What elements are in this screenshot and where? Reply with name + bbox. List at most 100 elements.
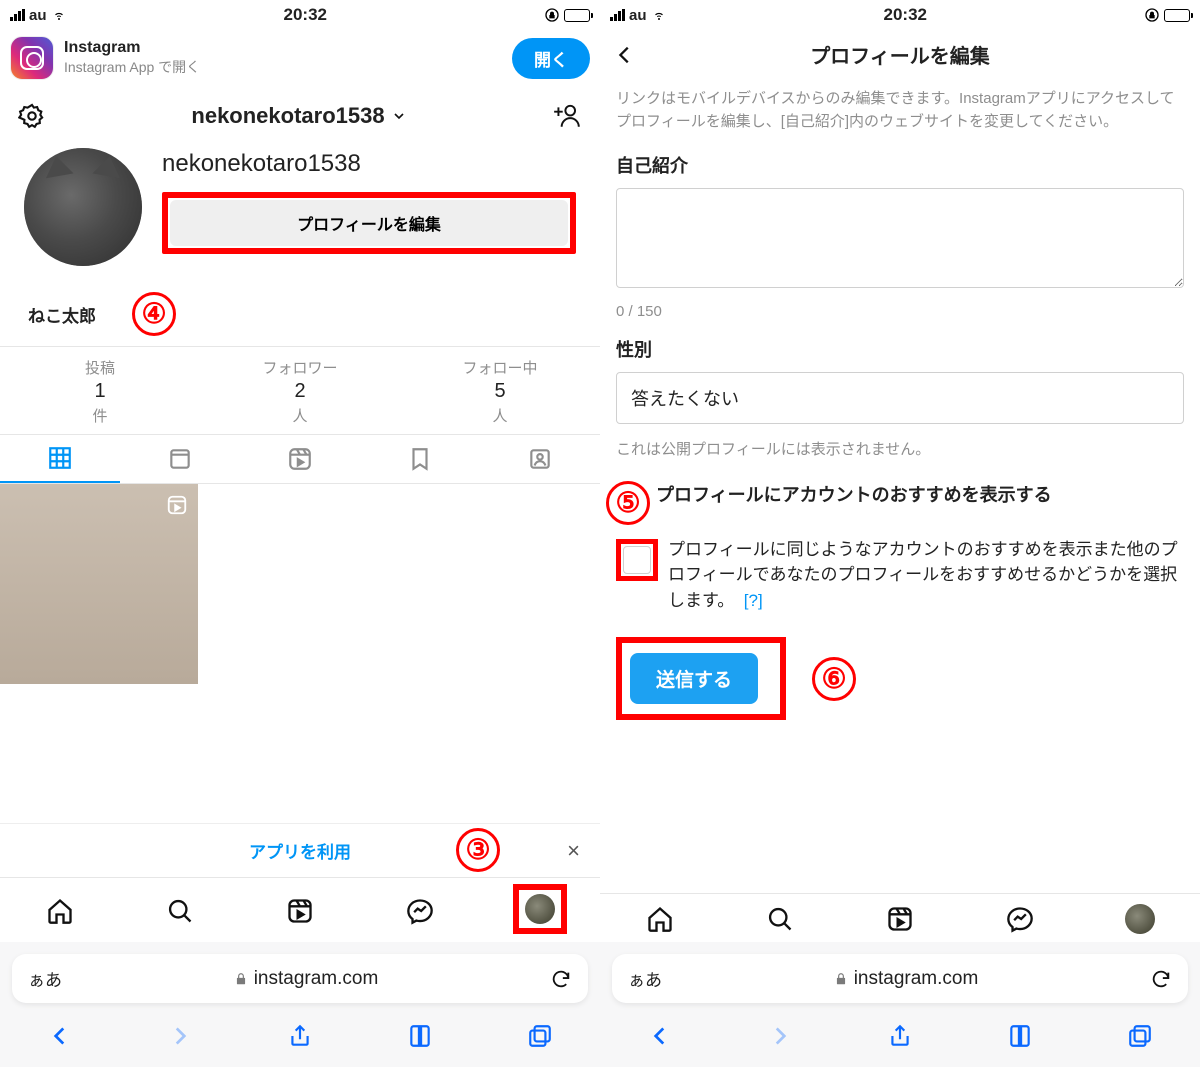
bookmarks-button[interactable] [407, 1023, 433, 1049]
tab-tagged[interactable] [480, 435, 600, 483]
profile-avatar[interactable] [24, 148, 142, 266]
url-bar[interactable]: ぁあ instagram.com [12, 954, 588, 1003]
annotation-step-6: ⑥ [812, 657, 856, 701]
carrier-label: au [29, 7, 47, 24]
back-button[interactable] [47, 1023, 73, 1049]
stats-row: 投稿 1 件 フォロワー 2 人 フォロー中 5 人 [0, 346, 600, 435]
phone-right-edit: au 20:32 プロフィールを編集 リンクはモバイルデバイスからのみ編集できま… [600, 0, 1200, 1067]
nav-search[interactable] [120, 888, 240, 934]
display-name: ねこ太郎 [28, 302, 96, 327]
share-button[interactable] [887, 1023, 913, 1049]
nav-search[interactable] [720, 904, 840, 934]
annotation-box-3 [513, 884, 567, 934]
recommendation-checkbox[interactable] [623, 546, 651, 574]
annotation-step-3: ③ [456, 828, 500, 872]
nav-messenger[interactable] [960, 904, 1080, 934]
wifi-icon [51, 9, 67, 21]
submit-button[interactable]: 送信する [630, 653, 758, 704]
orientation-lock-icon [1144, 7, 1160, 23]
nav-profile[interactable] [1080, 904, 1200, 934]
signal-icon [610, 9, 625, 21]
stat-following[interactable]: フォロー中 5 人 [400, 347, 600, 434]
reels-badge-icon [166, 494, 188, 516]
post-thumbnail[interactable] [0, 484, 198, 684]
forward-button [167, 1023, 193, 1049]
bottom-nav [0, 877, 600, 942]
tab-grid[interactable] [0, 435, 120, 483]
bio-textarea[interactable] [616, 188, 1184, 288]
username-dropdown[interactable]: nekonekotaro1538 [46, 103, 552, 129]
carrier-label: au [629, 7, 647, 24]
open-in-app-banner: Instagram Instagram App で開く 開く [0, 30, 600, 90]
clock: 20:32 [667, 5, 1144, 25]
profile-tabs [0, 435, 600, 484]
reload-icon[interactable] [1150, 968, 1172, 990]
instagram-logo-icon [10, 36, 54, 80]
use-app-bar[interactable]: アプリを利用 ③ × [0, 823, 600, 877]
stat-followers[interactable]: フォロワー 2 人 [200, 347, 400, 434]
chevron-down-icon [391, 108, 407, 124]
nav-avatar-icon [525, 894, 555, 924]
profile-body: nekonekotaro1538 プロフィールを編集 [0, 142, 600, 266]
close-icon[interactable]: × [567, 838, 580, 864]
bookmarks-button[interactable] [1007, 1023, 1033, 1049]
tabs-button[interactable] [1127, 1023, 1153, 1049]
stat-posts[interactable]: 投稿 1 件 [0, 347, 200, 434]
nav-home[interactable] [0, 888, 120, 934]
recommendation-text: プロフィールに同じようなアカウントのおすすめを表示また他のプロフィールであなたの… [668, 537, 1184, 614]
nav-avatar-icon [1125, 904, 1155, 934]
bio-counter: 0 / 150 [616, 293, 1184, 336]
page-title: プロフィールを編集 [636, 40, 1164, 69]
nav-reels[interactable] [840, 904, 960, 934]
recommendations-title: プロフィールにアカウントのおすすめを表示する [656, 481, 1052, 507]
status-bar: au 20:32 [0, 0, 600, 30]
tab-feed[interactable] [120, 435, 240, 483]
status-bar: au 20:32 [600, 0, 1200, 30]
url-bar[interactable]: ぁあ instagram.com [612, 954, 1188, 1003]
nav-home[interactable] [600, 904, 720, 934]
lock-icon [834, 971, 848, 987]
open-app-button[interactable]: 開く [512, 38, 590, 79]
back-button[interactable] [647, 1023, 673, 1049]
use-app-label: アプリを利用 [249, 838, 351, 863]
battery-icon [1164, 9, 1190, 22]
tab-reels[interactable] [240, 435, 360, 483]
help-link[interactable]: [?] [744, 591, 763, 610]
edit-profile-button[interactable]: プロフィールを編集 [170, 200, 568, 246]
signal-icon [10, 9, 25, 21]
tabs-button[interactable] [527, 1023, 553, 1049]
reload-icon[interactable] [550, 968, 572, 990]
url-domain: instagram.com [854, 968, 979, 990]
edit-header: プロフィールを編集 [600, 30, 1200, 87]
banner-subtitle: Instagram App で開く [64, 57, 502, 77]
banner-title: Instagram [64, 39, 502, 57]
annotation-step-4: ④ [132, 292, 176, 336]
url-domain: instagram.com [254, 968, 379, 990]
annotation-step-5: ⑤ [606, 481, 650, 525]
gender-hint: これは公開プロフィールには表示されません。 [616, 424, 1184, 481]
discover-people-icon[interactable] [552, 103, 582, 129]
phone-left-profile: au 20:32 Instagram Instagram App で開く 開く … [0, 0, 600, 1067]
lock-icon [234, 971, 248, 987]
safari-url-area: ぁあ instagram.com [600, 942, 1200, 1011]
nav-reels[interactable] [240, 888, 360, 934]
tab-saved[interactable] [360, 435, 480, 483]
annotation-box-5 [616, 539, 658, 581]
gender-select[interactable]: 答えたくない [616, 372, 1184, 424]
forward-button [767, 1023, 793, 1049]
recommendation-checkbox-row: プロフィールに同じようなアカウントのおすすめを表示また他のプロフィールであなたの… [600, 537, 1200, 614]
share-button[interactable] [287, 1023, 313, 1049]
nav-profile[interactable] [480, 888, 600, 934]
clock: 20:32 [67, 5, 544, 25]
reader-aa-button[interactable]: ぁあ [628, 966, 662, 991]
annotation-box-6: 送信する [616, 637, 786, 720]
reader-aa-button[interactable]: ぁあ [28, 966, 62, 991]
safari-url-area: ぁあ instagram.com [0, 942, 600, 1011]
safari-toolbar [0, 1011, 600, 1067]
settings-gear-icon[interactable] [18, 102, 46, 130]
annotation-box-4: プロフィールを編集 [162, 192, 576, 254]
back-chevron-icon[interactable] [614, 44, 636, 66]
orientation-lock-icon [544, 7, 560, 23]
wifi-icon [651, 9, 667, 21]
nav-messenger[interactable] [360, 888, 480, 934]
